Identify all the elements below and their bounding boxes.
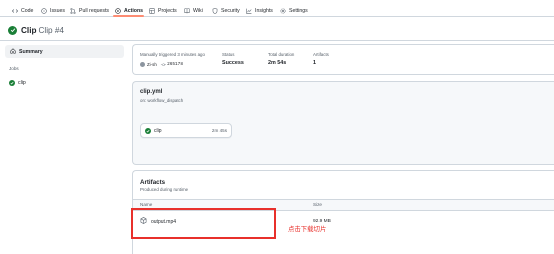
status-value: Success xyxy=(222,60,244,66)
job-name: clip xyxy=(154,128,162,134)
tab-label: Code xyxy=(21,7,34,14)
git-pull-request-icon xyxy=(70,7,76,14)
tab-label: Projects xyxy=(158,7,177,14)
success-check-icon xyxy=(9,80,15,86)
download-highlight-box xyxy=(131,208,276,239)
repo-nav: Code Issues Pull requests Actions Projec… xyxy=(0,0,554,17)
job-duration: 2m 45s xyxy=(211,128,227,133)
shield-icon xyxy=(212,7,218,14)
commit-sha[interactable]: 265178 xyxy=(167,62,183,67)
tab-insights[interactable]: Insights xyxy=(246,5,273,16)
run-summary-panel xyxy=(132,44,554,75)
title-divider xyxy=(0,40,554,41)
book-icon xyxy=(184,7,190,14)
commit-icon: -o- xyxy=(160,62,167,67)
artifacts-title: Artifacts xyxy=(140,179,166,186)
tab-wiki[interactable]: Wiki xyxy=(184,5,203,16)
home-icon xyxy=(10,47,16,56)
sidebar-item-job-clip[interactable]: clip xyxy=(9,79,26,87)
job-card-clip[interactable]: clip 2m 45s xyxy=(140,123,232,138)
column-header-name: Name xyxy=(140,202,153,207)
artifacts-count-value: 1 xyxy=(313,60,316,66)
graph-icon xyxy=(246,8,252,14)
run-title: Clip Clip #4 xyxy=(8,24,64,36)
workflow-name: Clip xyxy=(21,25,37,35)
gear-icon xyxy=(280,7,286,14)
column-header-size: Size xyxy=(313,202,322,207)
duration-value: 2m 54s xyxy=(268,60,287,66)
tab-label: Settings xyxy=(289,7,308,14)
tab-label: Issues xyxy=(50,7,65,14)
tab-label: Security xyxy=(221,7,240,14)
sidebar-item-summary[interactable]: Summary xyxy=(5,45,124,58)
tab-security[interactable]: Security xyxy=(212,5,240,16)
trigger-label: Manually triggered 3 minutes ago xyxy=(140,52,205,57)
tab-pull-requests[interactable]: Pull requests xyxy=(70,5,109,16)
success-check-icon xyxy=(8,25,17,35)
status-label: Status xyxy=(222,52,235,57)
tab-label: Insights xyxy=(255,7,273,14)
workflow-file[interactable]: clip.yml xyxy=(140,89,162,95)
avatar xyxy=(140,62,145,67)
tab-label: Pull requests xyxy=(79,7,109,14)
tab-projects[interactable]: Projects xyxy=(149,5,177,16)
tab-label: Actions xyxy=(124,7,144,14)
trigger-details: Zi-sh -o- 265178 xyxy=(140,61,183,68)
tab-settings[interactable]: Settings xyxy=(280,5,308,16)
duration-label: Total duration xyxy=(268,52,295,57)
sidebar-item-label: clip xyxy=(18,80,26,86)
code-icon xyxy=(12,8,18,14)
success-check-icon xyxy=(145,128,151,134)
tab-issues[interactable]: Issues xyxy=(41,5,65,16)
tab-label: Wiki xyxy=(193,7,203,14)
jobs-heading: Jobs xyxy=(9,66,19,71)
artifacts-subtitle: Produced during runtime xyxy=(140,187,189,192)
trigger-user[interactable]: Zi-sh xyxy=(147,62,157,67)
workflow-trigger: on: workflow_dispatch xyxy=(140,98,184,103)
sidebar-item-label: Summary xyxy=(19,48,43,55)
issue-opened-icon xyxy=(41,7,47,14)
tab-code[interactable]: Code xyxy=(12,5,33,16)
run-title-text: Clip #4 xyxy=(38,25,64,35)
active-tab-indicator xyxy=(113,15,144,17)
table-icon xyxy=(149,7,155,14)
download-annotation: 点击下载切片 xyxy=(288,226,327,233)
artifacts-count-label: Artifacts xyxy=(313,52,329,57)
play-icon xyxy=(115,7,121,14)
